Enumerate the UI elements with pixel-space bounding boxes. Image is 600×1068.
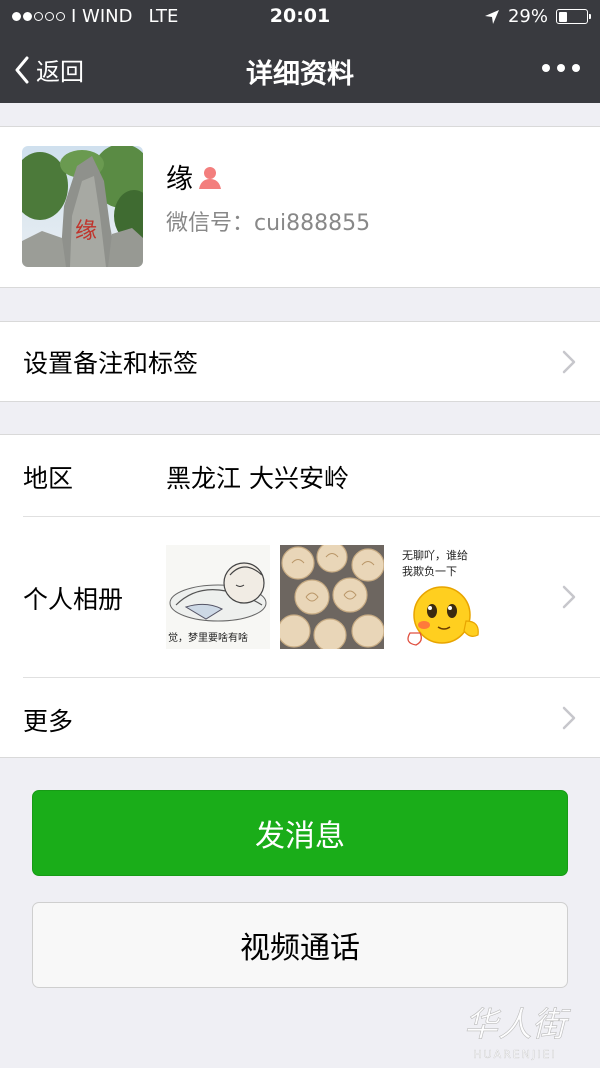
video-call-button[interactable]: 视频通话 — [32, 902, 568, 988]
more-dot-icon — [557, 64, 565, 72]
remark-row[interactable]: 设置备注和标签 — [0, 321, 600, 402]
contact-name: 缘 — [166, 164, 193, 195]
more-dot-icon — [542, 64, 550, 72]
album-photo-3-caption-1: 无聊吖，谁给 — [402, 548, 468, 562]
more-label: 更多 — [23, 707, 74, 736]
chevron-right-icon — [562, 585, 576, 609]
info-group: 地区 黑龙江 大兴安岭 个人相册 觉，梦里要啥有啥 无聊吖，谁给 我欺负一下 更… — [0, 434, 600, 758]
female-icon — [199, 166, 221, 189]
battery-fill — [558, 11, 567, 22]
battery-icon — [556, 9, 591, 24]
region-label: 地区 — [23, 464, 74, 493]
album-photo-2 — [280, 545, 384, 649]
battery-percent: 29% — [507, 6, 548, 27]
watermark-logo: 华人街 HUARENJIEI — [464, 1005, 572, 1061]
chevron-right-icon — [562, 706, 576, 730]
avatar-image: 缘 — [22, 146, 143, 267]
more-dot-icon — [572, 64, 580, 72]
name-line: 缘 — [166, 157, 223, 196]
chevron-right-icon — [562, 350, 576, 374]
status-bar: I WIND LTE 20:01 29% — [0, 0, 600, 34]
more-options-button[interactable] — [542, 64, 580, 72]
send-message-button[interactable]: 发消息 — [32, 790, 568, 876]
watermark-sub-text: HUARENJIEI — [473, 1048, 556, 1061]
region-value: 黑龙江 大兴安岭 — [166, 464, 349, 493]
avatar-seal-text: 缘 — [75, 219, 97, 244]
album-photo-1-caption: 觉，梦里要啥有啥 — [168, 631, 248, 644]
watermark-logo-text: 华人街 — [464, 1005, 571, 1045]
avatar[interactable]: 缘 — [22, 146, 143, 267]
album-row[interactable]: 个人相册 觉，梦里要啥有啥 无聊吖，谁给 我欺负一下 — [0, 517, 600, 677]
status-right: 29% — [484, 6, 591, 27]
wechat-id: 微信号：cui888855 — [166, 211, 371, 236]
page-title: 详细资料 — [246, 59, 354, 90]
top-bar: I WIND LTE 20:01 29% 返回 详细资料 — [0, 0, 600, 103]
nav-bar: 返回 详细资料 — [0, 34, 600, 103]
profile-screen: I WIND LTE 20:01 29% 返回 详细资料 缘 缘 微信号：cui… — [0, 0, 600, 1068]
region-row: 地区 黑龙江 大兴安岭 — [0, 435, 600, 516]
profile-card[interactable]: 缘 缘 微信号：cui888855 — [0, 126, 600, 288]
album-thumbnails: 觉，梦里要啥有啥 无聊吖，谁给 我欺负一下 — [166, 545, 498, 649]
album-label: 个人相册 — [23, 585, 124, 614]
location-arrow-icon — [484, 9, 499, 24]
album-photo-3: 无聊吖，谁给 我欺负一下 — [394, 545, 498, 649]
more-row[interactable]: 更多 — [0, 678, 600, 758]
album-photo-3-caption-2: 我欺负一下 — [402, 564, 457, 578]
remark-label: 设置备注和标签 — [23, 349, 199, 378]
album-photo-1: 觉，梦里要啥有啥 — [166, 545, 270, 649]
